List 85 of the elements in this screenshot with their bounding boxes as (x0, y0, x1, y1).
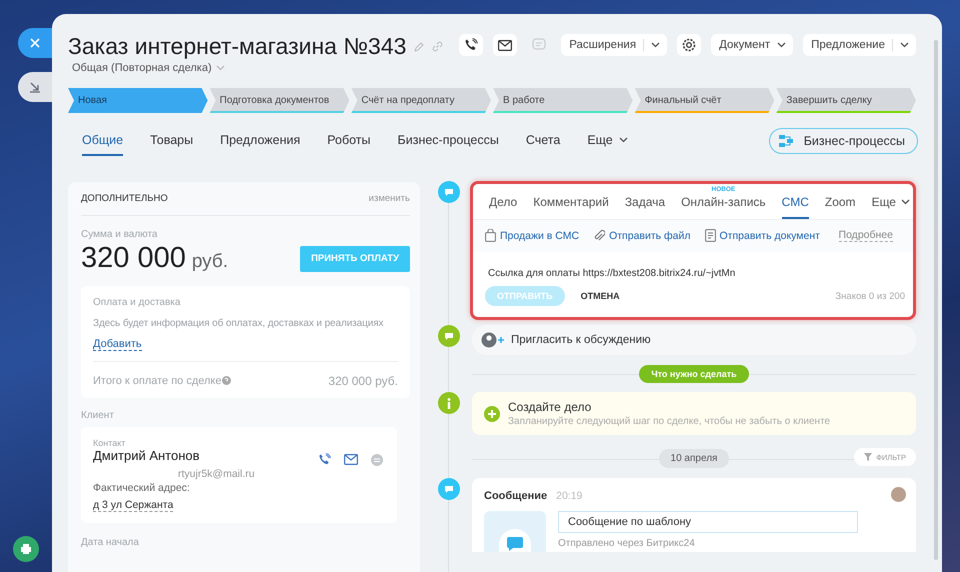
add-user-icon (481, 332, 505, 348)
arrow-icon (29, 81, 41, 93)
tab[interactable]: Счета (526, 126, 560, 156)
caret-icon (651, 42, 660, 48)
character-counter: Знаков 0 из 200 (835, 290, 905, 302)
phone-button[interactable] (459, 34, 484, 56)
field-label: Сумма и валюта (81, 229, 158, 240)
tab[interactable]: Предложения (220, 126, 300, 156)
paperclip-icon (593, 229, 606, 242)
pipeline-stage[interactable]: Финальный счёт (634, 88, 774, 113)
add-link[interactable]: Добавить (93, 338, 142, 351)
minimize-button[interactable] (18, 72, 52, 102)
tab[interactable]: Еще (872, 195, 910, 219)
action-link[interactable]: Отправить файл (593, 229, 691, 242)
mail-icon[interactable] (344, 454, 358, 465)
message-bubble: Сообщение по шаблону (558, 511, 858, 533)
phone-icon (464, 38, 478, 52)
close-icon (30, 38, 40, 48)
action-link[interactable]: Продажи в СМС (485, 229, 580, 242)
tab[interactable]: Комментарий (533, 195, 609, 219)
caret-icon (618, 136, 628, 142)
settings-button[interactable] (677, 34, 702, 56)
tab[interactable]: Задача (624, 195, 666, 219)
chat-icon (532, 38, 546, 52)
todo-title: Создайте дело (508, 400, 592, 414)
pipeline-stage[interactable]: Подготовка документов (210, 88, 350, 113)
caret-icon (216, 65, 225, 71)
message-title: Сообщение (484, 490, 548, 502)
document-icon (704, 229, 716, 242)
filter-icon (864, 453, 872, 461)
section-title: ДОПОЛНИТЕЛЬНО (81, 193, 168, 204)
pipeline-stage[interactable]: Счёт на предоплату (351, 88, 492, 113)
currency-label: руб. (192, 251, 228, 272)
todo-hint: Запланируйте следующий шаг по сделке, чтобы не забыть о клиенте (508, 416, 830, 427)
caret-icon (900, 42, 909, 48)
tab[interactable]: Бизнес-процессы (398, 126, 499, 156)
message-input[interactable]: Ссылка для оплаты https://bxtest208.bitrix24.ru/~jvtMn (473, 252, 913, 280)
tab[interactable]: Еще (587, 126, 628, 156)
pipeline-dropdown[interactable]: Общая (Повторная сделка) (72, 62, 444, 74)
section-label: Клиент (81, 410, 115, 421)
settings-icon (681, 37, 698, 53)
address-link[interactable]: д 3 ул Сержанта (93, 499, 174, 512)
comment-icon (438, 325, 460, 347)
info-icon (438, 392, 460, 414)
business-process-button[interactable]: Бизнес-процессы (768, 128, 918, 154)
split-button[interactable]: Расширения (561, 34, 668, 56)
close-button[interactable] (18, 28, 52, 58)
action-link[interactable]: Отправить документ (704, 229, 820, 242)
tab[interactable]: Дело (489, 195, 518, 219)
pipeline-stage[interactable]: В работе (493, 88, 633, 113)
tab[interactable]: Товары (150, 126, 194, 156)
amount-value: 320 000 (81, 242, 186, 274)
mail-icon (498, 40, 512, 50)
flowchart-icon (778, 134, 794, 148)
deal-title: Заказ интернет-магазина №343 (68, 33, 406, 60)
bag-icon (485, 229, 496, 242)
caret-icon (777, 42, 786, 48)
scrollbar[interactable] (934, 40, 938, 560)
section-label: Оплата и доставка (93, 297, 182, 308)
dropdown-button[interactable]: Документ (711, 34, 794, 56)
field-label: Дата начала (81, 537, 140, 548)
field-label: Фактический адрес: (93, 482, 191, 494)
pipeline-stage[interactable]: Завершить сделку (776, 88, 916, 113)
tab[interactable]: Zoom (824, 195, 856, 219)
chat-icon (438, 181, 460, 203)
caret-icon (900, 199, 910, 205)
total-value: 320 000 руб. (328, 374, 398, 388)
split-button[interactable]: Предложение (803, 34, 916, 56)
avatar (891, 487, 906, 502)
payment-info: Здесь будет информация об оплатах, доставках и реализациях (93, 318, 384, 329)
invite-button[interactable]: Пригласить к обсуждению (472, 325, 916, 355)
tab[interactable]: Роботы (327, 126, 371, 156)
cancel-button[interactable]: ОТМЕНА (574, 290, 626, 302)
field-label: Контакт (93, 438, 126, 448)
contact-name[interactable]: Дмитрий Антонов (93, 448, 385, 463)
message-time: 20:19 (556, 490, 582, 502)
date-pill: 10 апреля (658, 449, 730, 468)
phone-icon[interactable] (318, 453, 331, 466)
pipeline-stage[interactable]: Новая (68, 88, 208, 113)
total-label: Итого к оплате по сделке (93, 375, 232, 387)
mail-button[interactable] (493, 34, 518, 56)
tab[interactable]: Общие (82, 126, 124, 156)
message-footer: Отправлено через Битрикс24 (558, 538, 858, 549)
message-icon (438, 478, 460, 500)
section-pill: Что нужно сделать (639, 365, 749, 383)
